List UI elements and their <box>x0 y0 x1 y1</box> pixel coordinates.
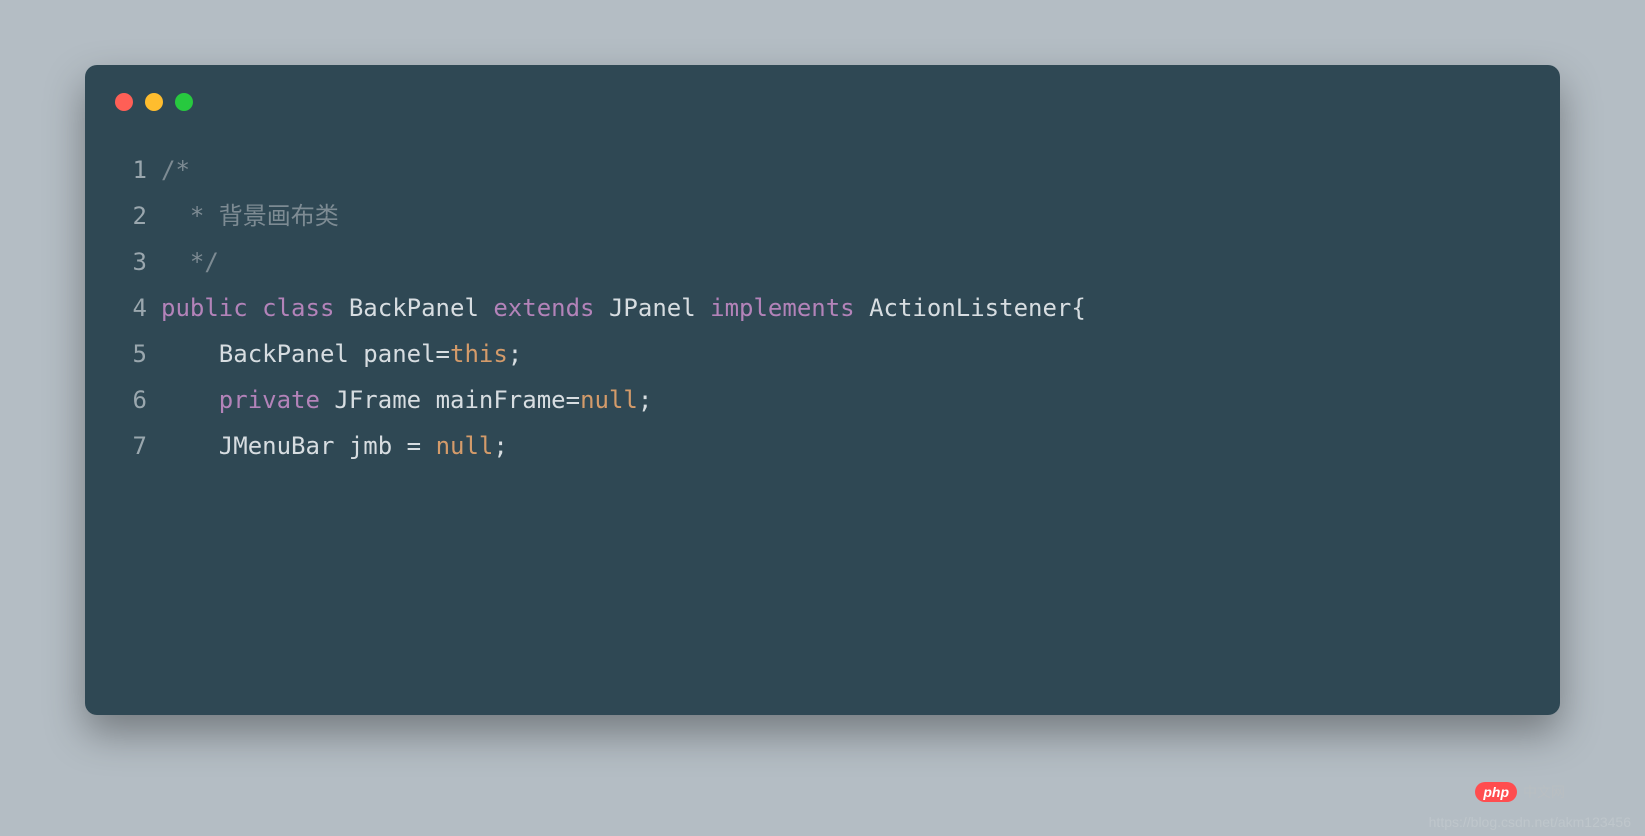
code-token: null <box>436 432 494 460</box>
code-token: implements <box>710 294 855 322</box>
code-token: BackPanel <box>219 340 349 368</box>
code-line: 3 */ <box>115 239 1530 285</box>
code-token: */ <box>161 248 219 276</box>
line-number: 3 <box>115 239 161 285</box>
code-content: private JFrame mainFrame=null; <box>161 377 1530 423</box>
code-token <box>595 294 609 322</box>
php-site-name: 中文网 <box>1523 782 1565 802</box>
code-content: BackPanel panel=this; <box>161 331 1530 377</box>
code-token <box>161 340 219 368</box>
code-token: class <box>262 294 334 322</box>
code-editor-window: 1/*2 * 背景画布类3 */4public class BackPanel … <box>85 65 1560 715</box>
code-content: * 背景画布类 <box>161 193 1530 239</box>
code-content: */ <box>161 239 1530 285</box>
line-number: 2 <box>115 193 161 239</box>
line-number: 4 <box>115 285 161 331</box>
close-icon[interactable] <box>115 93 133 111</box>
code-token: panel <box>363 340 435 368</box>
code-token <box>696 294 710 322</box>
code-token: = <box>566 386 580 414</box>
code-content: JMenuBar jmb = null; <box>161 423 1530 469</box>
code-token <box>349 340 363 368</box>
code-token <box>161 432 219 460</box>
code-token: = <box>392 432 435 460</box>
line-number: 6 <box>115 377 161 423</box>
code-token <box>248 294 262 322</box>
code-token: JFrame <box>334 386 421 414</box>
code-token: public <box>161 294 248 322</box>
code-token: BackPanel <box>349 294 479 322</box>
code-token: ActionListener <box>869 294 1071 322</box>
code-token: null <box>580 386 638 414</box>
code-content: /* <box>161 147 1530 193</box>
code-token <box>855 294 869 322</box>
code-line: 4public class BackPanel extends JPanel i… <box>115 285 1530 331</box>
code-token: ; <box>638 386 652 414</box>
code-line: 7 JMenuBar jmb = null; <box>115 423 1530 469</box>
watermark-url: https://blog.csdn.net/akm123456 <box>1429 814 1631 830</box>
code-area: 1/*2 * 背景画布类3 */4public class BackPanel … <box>85 121 1560 500</box>
code-token: JPanel <box>609 294 696 322</box>
minimize-icon[interactable] <box>145 93 163 111</box>
line-number: 1 <box>115 147 161 193</box>
window-titlebar <box>85 65 1560 121</box>
code-token: = <box>436 340 450 368</box>
maximize-icon[interactable] <box>175 93 193 111</box>
code-token <box>479 294 493 322</box>
code-token: /* <box>161 156 190 184</box>
code-token <box>161 386 219 414</box>
code-token: ; <box>493 432 507 460</box>
code-token <box>421 386 435 414</box>
code-token: mainFrame <box>436 386 566 414</box>
code-token: * 背景画布类 <box>161 202 339 230</box>
code-token: ; <box>508 340 522 368</box>
code-line: 2 * 背景画布类 <box>115 193 1530 239</box>
code-line: 5 BackPanel panel=this; <box>115 331 1530 377</box>
code-token: private <box>219 386 320 414</box>
code-line: 6 private JFrame mainFrame=null; <box>115 377 1530 423</box>
code-token <box>334 432 348 460</box>
code-token: extends <box>493 294 594 322</box>
code-token: { <box>1071 294 1085 322</box>
code-token: JMenuBar <box>219 432 335 460</box>
code-token: jmb <box>349 432 392 460</box>
watermark-logo: php 中文网 <box>1475 782 1565 802</box>
code-content: public class BackPanel extends JPanel im… <box>161 285 1530 331</box>
code-token <box>334 294 348 322</box>
php-badge: php <box>1475 782 1517 802</box>
line-number: 7 <box>115 423 161 469</box>
code-token <box>320 386 334 414</box>
line-number: 5 <box>115 331 161 377</box>
code-token: this <box>450 340 508 368</box>
code-line: 1/* <box>115 147 1530 193</box>
